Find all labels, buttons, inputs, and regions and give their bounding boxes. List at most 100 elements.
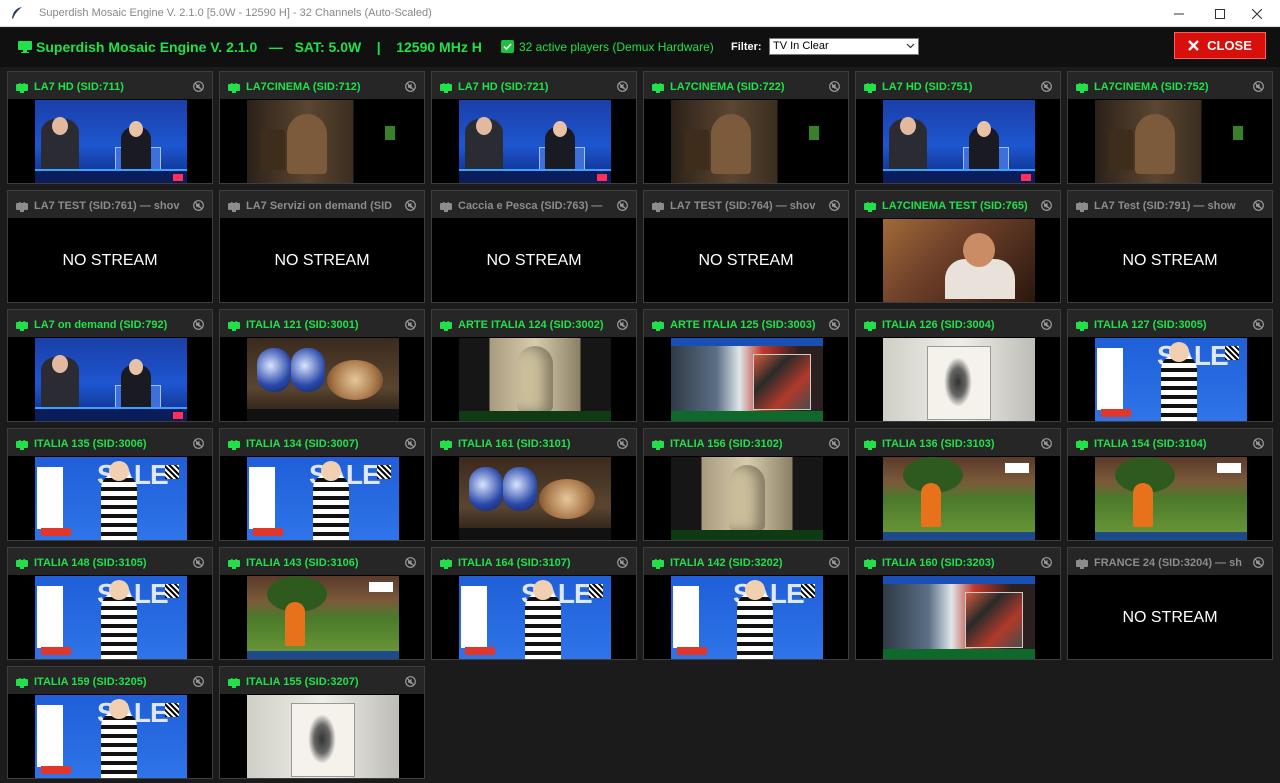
channel-tile[interactable]: LA7 HD (SID:711) [7, 71, 213, 184]
video-preview[interactable] [247, 695, 399, 778]
video-preview[interactable]: SALE [35, 695, 187, 778]
channel-tile[interactable]: LA7 Test (SID:791) — show NO STREAM [1067, 190, 1273, 303]
channel-tile[interactable]: LA7 on demand (SID:792) [7, 309, 213, 422]
mute-icon[interactable] [829, 319, 840, 330]
channel-tile[interactable]: ARTE ITALIA 124 (SID:3002) [431, 309, 637, 422]
close-button[interactable]: CLOSE [1174, 32, 1266, 59]
video-preview[interactable]: SALE [247, 457, 399, 540]
channel-tile[interactable]: LA7 TEST (SID:761) — shov NO STREAM [7, 190, 213, 303]
mute-icon[interactable] [1253, 81, 1264, 92]
channel-tile[interactable]: LA7 HD (SID:751) [855, 71, 1061, 184]
channel-tile[interactable]: ITALIA 156 (SID:3102) [643, 428, 849, 541]
video-preview[interactable] [671, 457, 823, 540]
mute-icon[interactable] [1253, 200, 1264, 211]
video-preview[interactable]: SALE [35, 576, 187, 659]
window-close-button[interactable] [1234, 0, 1280, 27]
mute-icon[interactable] [617, 319, 628, 330]
mute-icon[interactable] [617, 200, 628, 211]
channel-tile[interactable]: ITALIA 148 (SID:3105) SALE [7, 547, 213, 660]
mute-icon[interactable] [193, 319, 204, 330]
channel-tile[interactable]: ITALIA 159 (SID:3205) SALE [7, 666, 213, 779]
video-preview[interactable]: SALE [671, 576, 823, 659]
channel-tile[interactable]: ARTE ITALIA 125 (SID:3003) [643, 309, 849, 422]
filter-dropdown[interactable]: TV In Clear [769, 38, 919, 55]
video-preview[interactable] [883, 219, 1035, 302]
mute-icon[interactable] [1041, 438, 1052, 449]
mute-icon[interactable] [193, 200, 204, 211]
video-preview[interactable] [35, 338, 187, 421]
minimize-button[interactable] [1156, 0, 1202, 27]
monitor-icon [652, 559, 664, 569]
channel-tile[interactable]: ITALIA 142 (SID:3202) SALE [643, 547, 849, 660]
channel-tile[interactable]: LA7 TEST (SID:764) — shov NO STREAM [643, 190, 849, 303]
active-players-checkbox[interactable] [501, 40, 514, 53]
video-preview[interactable] [247, 576, 399, 659]
channel-tile[interactable]: LA7CINEMA TEST (SID:765) [855, 190, 1061, 303]
mute-icon[interactable] [1253, 557, 1264, 568]
mute-icon[interactable] [1253, 319, 1264, 330]
channel-tile[interactable]: LA7 HD (SID:721) [431, 71, 637, 184]
video-preview[interactable]: SALE [1095, 338, 1247, 421]
channel-tile[interactable]: ITALIA 143 (SID:3106) [219, 547, 425, 660]
channel-tile[interactable]: ITALIA 135 (SID:3006) SALE [7, 428, 213, 541]
mute-icon[interactable] [1041, 319, 1052, 330]
mute-icon[interactable] [405, 438, 416, 449]
video-preview[interactable] [883, 457, 1035, 540]
mute-icon[interactable] [405, 319, 416, 330]
video-preview[interactable] [247, 100, 399, 183]
video-preview[interactable] [459, 338, 611, 421]
mute-icon[interactable] [193, 81, 204, 92]
mute-icon[interactable] [193, 557, 204, 568]
video-preview[interactable] [883, 100, 1035, 183]
video-preview[interactable]: SALE [35, 457, 187, 540]
channel-tile[interactable]: Caccia e Pesca (SID:763) — NO STREAM [431, 190, 637, 303]
mute-icon[interactable] [405, 200, 416, 211]
mute-icon[interactable] [193, 438, 204, 449]
video-preview[interactable] [1095, 100, 1247, 183]
video-preview[interactable]: SALE [459, 576, 611, 659]
mute-icon[interactable] [405, 557, 416, 568]
channel-tile[interactable]: ITALIA 136 (SID:3103) [855, 428, 1061, 541]
channel-tile-header: ITALIA 160 (SID:3203) [856, 548, 1060, 575]
channel-tile[interactable]: ITALIA 121 (SID:3001) [219, 309, 425, 422]
channel-label: LA7 on demand (SID:792) [34, 319, 168, 331]
channel-tile[interactable]: ITALIA 134 (SID:3007) SALE [219, 428, 425, 541]
video-preview[interactable] [35, 100, 187, 183]
video-preview[interactable] [1095, 457, 1247, 540]
mute-icon[interactable] [829, 438, 840, 449]
channel-tile[interactable]: ITALIA 161 (SID:3101) [431, 428, 637, 541]
mute-icon[interactable] [1041, 557, 1052, 568]
channel-tile[interactable]: FRANCE 24 (SID:3204) — sh NO STREAM [1067, 547, 1273, 660]
channel-tile[interactable]: LA7CINEMA (SID:712) [219, 71, 425, 184]
mute-icon[interactable] [617, 438, 628, 449]
mute-icon[interactable] [1041, 200, 1052, 211]
video-preview[interactable] [459, 100, 611, 183]
active-players-label[interactable]: 32 active players (Demux Hardware) [519, 40, 714, 54]
channel-tile[interactable]: ITALIA 155 (SID:3207) [219, 666, 425, 779]
channel-tile[interactable]: LA7CINEMA (SID:752) [1067, 71, 1273, 184]
mute-icon[interactable] [617, 81, 628, 92]
channel-tile[interactable]: ITALIA 154 (SID:3104) [1067, 428, 1273, 541]
mute-icon[interactable] [829, 200, 840, 211]
mute-icon[interactable] [1041, 81, 1052, 92]
video-preview[interactable] [883, 576, 1035, 659]
video-preview[interactable] [883, 338, 1035, 421]
mute-icon[interactable] [193, 676, 204, 687]
mute-icon[interactable] [1253, 438, 1264, 449]
channel-tile[interactable]: ITALIA 126 (SID:3004) [855, 309, 1061, 422]
video-preview[interactable] [459, 457, 611, 540]
channel-tile[interactable]: ITALIA 127 (SID:3005) SALE [1067, 309, 1273, 422]
no-stream-message: NO STREAM [1122, 251, 1218, 269]
video-preview[interactable] [671, 100, 823, 183]
channel-tile[interactable]: ITALIA 164 (SID:3107) SALE [431, 547, 637, 660]
mute-icon[interactable] [829, 81, 840, 92]
mute-icon[interactable] [405, 676, 416, 687]
mute-icon[interactable] [405, 81, 416, 92]
channel-tile[interactable]: ITALIA 160 (SID:3203) [855, 547, 1061, 660]
video-preview[interactable] [247, 338, 399, 421]
video-preview[interactable] [671, 338, 823, 421]
channel-tile[interactable]: LA7CINEMA (SID:722) [643, 71, 849, 184]
channel-tile[interactable]: LA7 Servizi on demand (SID NO STREAM [219, 190, 425, 303]
mute-icon[interactable] [829, 557, 840, 568]
mute-icon[interactable] [617, 557, 628, 568]
